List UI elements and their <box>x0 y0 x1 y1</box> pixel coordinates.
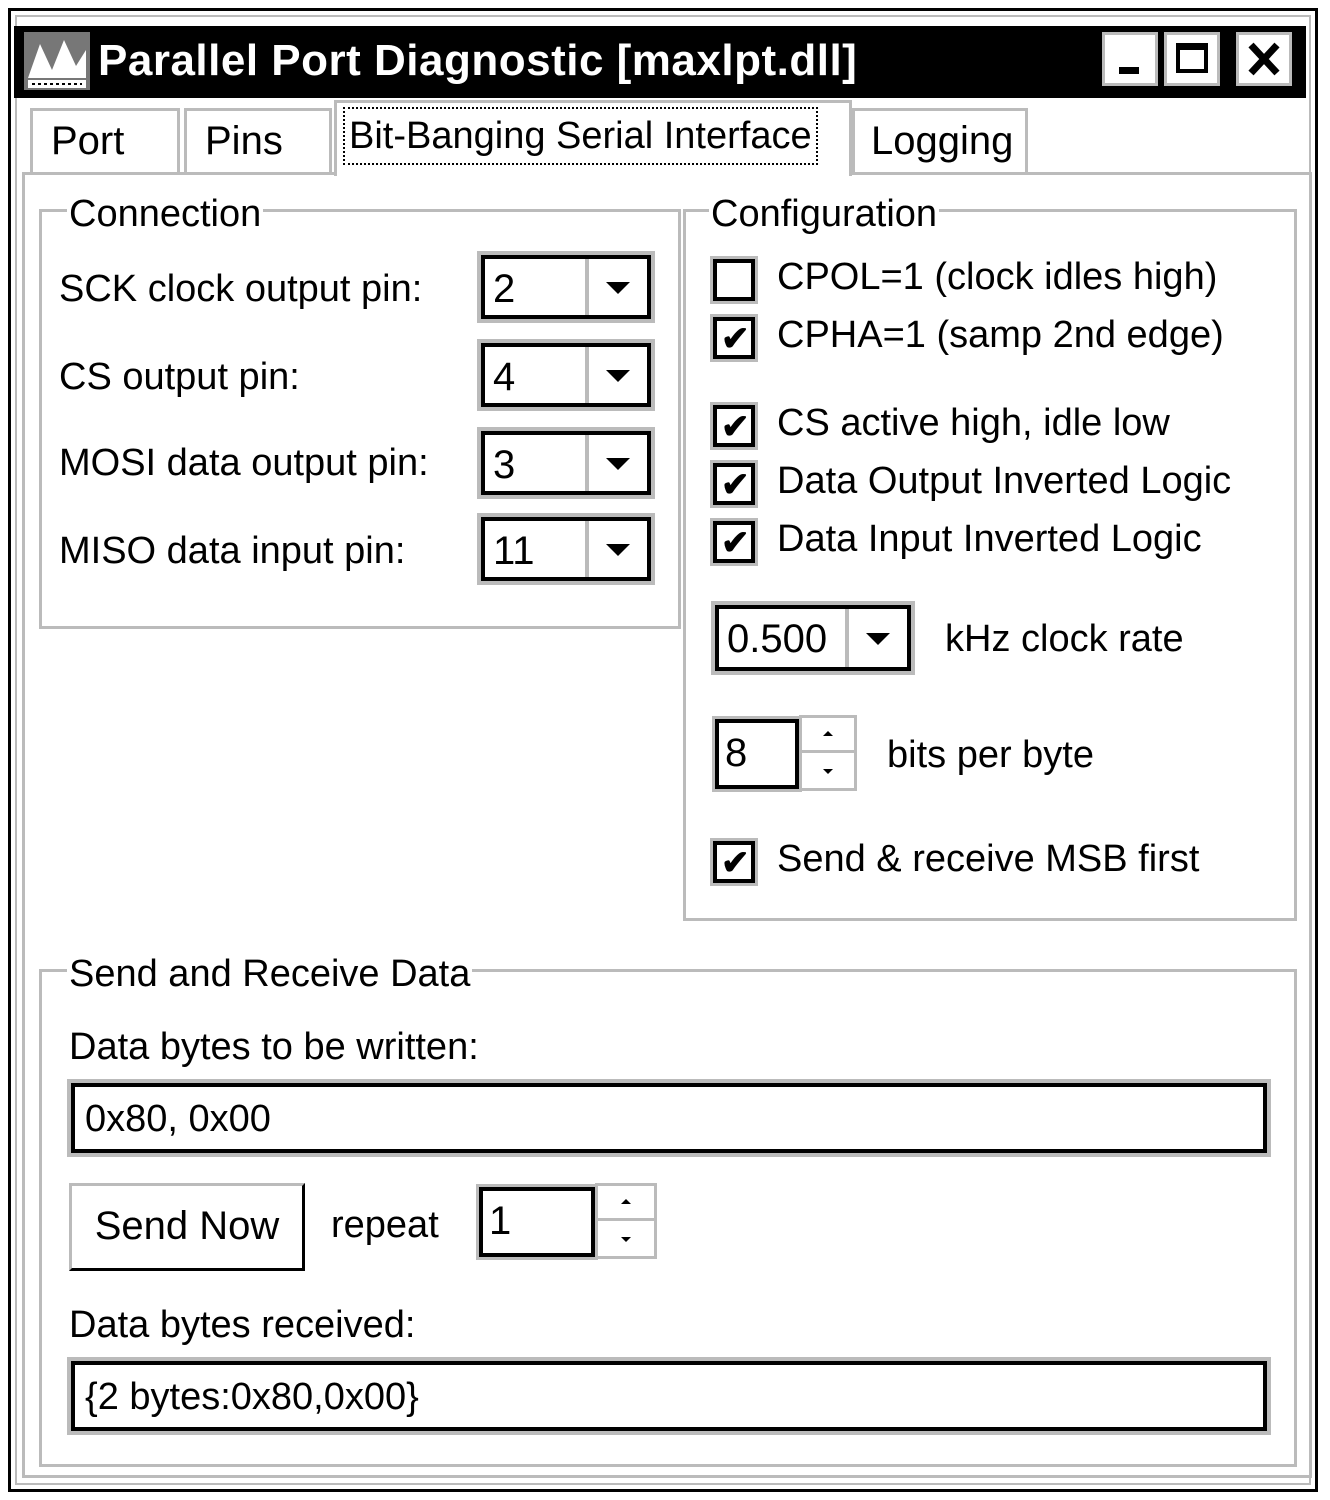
cs-active-high-checkbox[interactable]: ✔ <box>713 405 755 447</box>
repeat-label: repeat <box>331 1204 439 1246</box>
chevron-down-icon[interactable] <box>585 521 647 577</box>
clock-rate-select[interactable]: 0.500 <box>715 605 911 671</box>
data-input-inverted-label: Data Input Inverted Logic <box>777 518 1202 560</box>
select-value: 11 <box>493 529 535 573</box>
tab-label: Pins <box>205 119 283 163</box>
checkmark-icon: ✔ <box>721 844 750 882</box>
tab-bit-banging-serial-interface[interactable]: Bit-Banging Serial Interface <box>334 100 852 176</box>
checkmark-icon: ✔ <box>721 408 750 446</box>
title-bar[interactable]: Parallel Port Diagnostic [maxlpt.dll] <box>14 26 1306 98</box>
close-button[interactable] <box>1236 32 1292 86</box>
spin-up-icon[interactable] <box>598 1186 654 1221</box>
select-value: 2 <box>493 267 516 311</box>
spin-value: 1 <box>489 1199 512 1243</box>
sck-pin-select[interactable]: 2 <box>481 255 651 319</box>
send-now-button[interactable]: Send Now <box>69 1183 305 1271</box>
maximize-button[interactable] <box>1164 32 1220 86</box>
tab-port[interactable]: Port <box>30 108 180 174</box>
tab-label: Bit-Banging Serial Interface <box>343 107 818 165</box>
configuration-legend: Configuration <box>709 193 940 235</box>
cs-active-high-label: CS active high, idle low <box>777 402 1170 444</box>
tab-pins[interactable]: Pins <box>184 108 332 174</box>
minimize-button[interactable] <box>1102 32 1158 86</box>
tab-panel: Connection SCK clock output pin: 2 CS ou… <box>22 172 1312 1478</box>
miso-pin-select[interactable]: 11 <box>481 517 651 581</box>
checkmark-icon: ✔ <box>721 466 750 504</box>
cpol-label: CPOL=1 (clock idles high) <box>777 256 1218 298</box>
msb-first-label: Send & receive MSB first <box>777 838 1200 880</box>
repeat-input[interactable]: 1 <box>479 1187 595 1257</box>
received-data-field[interactable]: {2 bytes:0x80,0x00} <box>71 1361 1267 1431</box>
select-value: 4 <box>493 355 516 399</box>
bits-per-byte-spinner[interactable] <box>799 715 857 791</box>
tab-label: Logging <box>871 119 1014 163</box>
spin-up-icon[interactable] <box>802 718 854 753</box>
bits-per-byte-input[interactable]: 8 <box>715 719 799 789</box>
clock-rate-label: kHz clock rate <box>945 618 1184 660</box>
chevron-down-icon[interactable] <box>585 259 647 315</box>
select-value: 3 <box>493 443 516 487</box>
chevron-down-icon[interactable] <box>585 435 647 491</box>
window-title: Parallel Port Diagnostic [maxlpt.dll] <box>98 36 858 85</box>
maxim-logo-icon <box>24 32 90 90</box>
send-receive-legend: Send and Receive Data <box>67 953 473 995</box>
maximize-icon <box>1176 43 1208 73</box>
cpol-checkbox[interactable] <box>713 259 755 301</box>
connection-legend: Connection <box>67 193 264 235</box>
data-input-inverted-checkbox[interactable]: ✔ <box>713 521 755 563</box>
minimize-icon <box>1119 67 1139 74</box>
spin-value: 8 <box>725 731 748 775</box>
data-output-inverted-label: Data Output Inverted Logic <box>777 460 1232 502</box>
write-data-input[interactable]: 0x80, 0x00 <box>71 1083 1267 1153</box>
checkmark-icon: ✔ <box>721 320 750 358</box>
tab-logging[interactable]: Logging <box>852 108 1028 174</box>
miso-pin-label: MISO data input pin: <box>59 530 406 572</box>
bits-per-byte-label: bits per byte <box>887 734 1094 776</box>
write-label: Data bytes to be written: <box>69 1026 479 1068</box>
mosi-pin-label: MOSI data output pin: <box>59 442 429 484</box>
checkmark-icon: ✔ <box>721 524 750 562</box>
cs-pin-label: CS output pin: <box>59 356 300 398</box>
cpha-checkbox[interactable]: ✔ <box>713 317 755 359</box>
repeat-spinner[interactable] <box>595 1183 657 1259</box>
mosi-pin-select[interactable]: 3 <box>481 431 651 495</box>
chevron-down-icon[interactable] <box>845 609 907 667</box>
cpha-label: CPHA=1 (samp 2nd edge) <box>777 314 1224 356</box>
tab-label: Port <box>51 119 125 163</box>
spin-down-icon[interactable] <box>802 753 854 788</box>
close-icon <box>1248 42 1280 76</box>
data-output-inverted-checkbox[interactable]: ✔ <box>713 463 755 505</box>
chevron-down-icon[interactable] <box>585 347 647 403</box>
received-label: Data bytes received: <box>69 1304 416 1346</box>
received-data-value: {2 bytes:0x80,0x00} <box>85 1376 419 1418</box>
msb-first-checkbox[interactable]: ✔ <box>713 841 755 883</box>
spin-down-icon[interactable] <box>598 1221 654 1256</box>
select-value: 0.500 <box>727 617 828 661</box>
sck-pin-label: SCK clock output pin: <box>59 268 423 310</box>
cs-pin-select[interactable]: 4 <box>481 343 651 407</box>
write-data-value: 0x80, 0x00 <box>85 1098 271 1140</box>
